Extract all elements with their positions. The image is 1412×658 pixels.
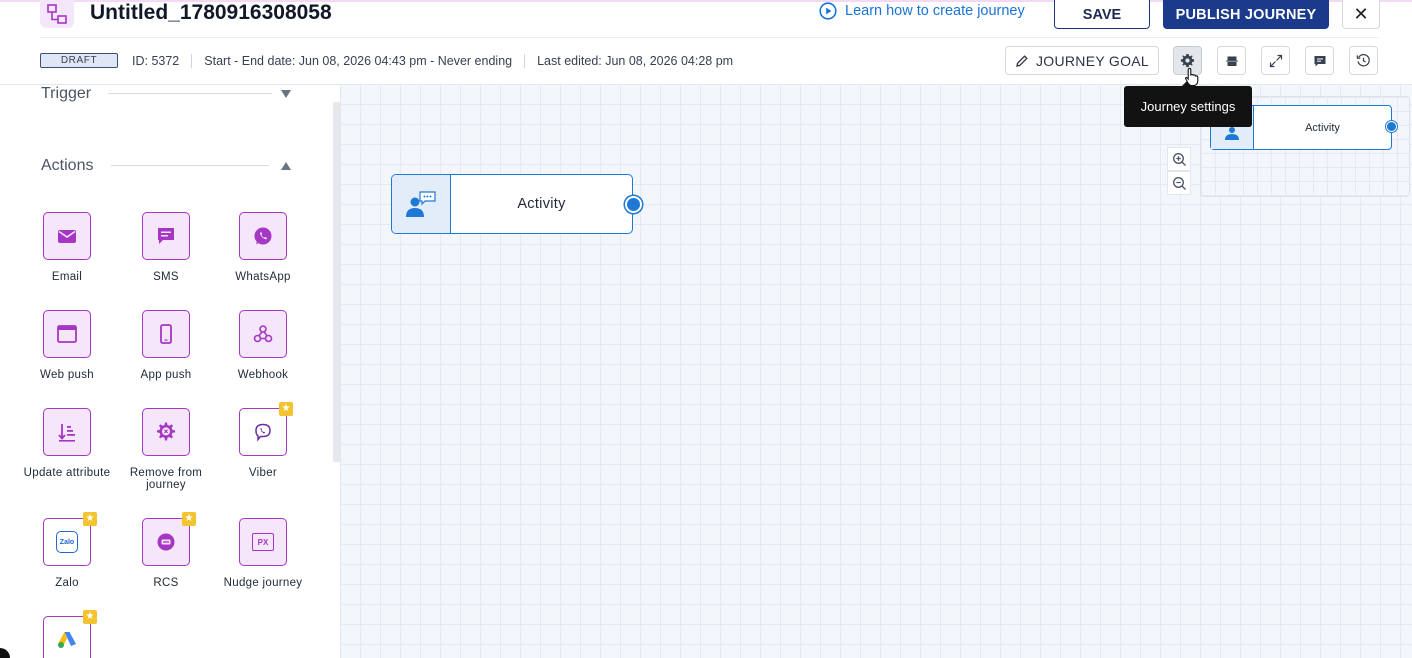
chevron-down-icon[interactable] bbox=[281, 90, 291, 98]
action-remove-from-journey[interactable]: Remove from journey bbox=[116, 408, 216, 491]
action-rcs[interactable]: ★ RCS bbox=[116, 512, 216, 589]
action-sms[interactable]: SMS bbox=[116, 212, 216, 283]
history-button[interactable] bbox=[1349, 46, 1378, 75]
action-label: WhatsApp bbox=[235, 271, 291, 283]
actions-section-label: Actions bbox=[41, 157, 94, 174]
journey-goal-button[interactable]: JOURNEY GOAL bbox=[1005, 46, 1159, 75]
action-label: Update attribute bbox=[23, 467, 111, 479]
action-nudge-journey[interactable]: PX Nudge journey bbox=[213, 518, 313, 589]
rcs-icon: ★ bbox=[142, 512, 196, 566]
action-webhook[interactable]: Webhook bbox=[213, 310, 313, 381]
header-bar: Untitled_1780916308058 Learn how to crea… bbox=[0, 0, 1412, 85]
app-push-icon bbox=[142, 310, 190, 358]
remove-journey-icon bbox=[142, 408, 190, 456]
action-label: Remove from journey bbox=[129, 467, 203, 491]
action-email[interactable]: Email bbox=[17, 212, 117, 283]
align-nodes-button[interactable] bbox=[1217, 46, 1246, 75]
action-label: SMS bbox=[153, 271, 179, 283]
email-icon bbox=[43, 212, 91, 260]
close-icon: ✕ bbox=[1353, 4, 1369, 24]
comment-icon bbox=[1314, 55, 1325, 66]
webhook-icon bbox=[239, 310, 287, 358]
zoom-in-button[interactable] bbox=[1167, 147, 1191, 171]
tooltip-text: Journey settings bbox=[1140, 99, 1236, 114]
publish-journey-button[interactable]: PUBLISH JOURNEY bbox=[1163, 0, 1329, 29]
journey-goal-label: JOURNEY GOAL bbox=[1035, 52, 1150, 69]
journey-id: ID: 5372 bbox=[132, 53, 180, 68]
premium-star-icon: ★ bbox=[182, 512, 196, 526]
action-update-attribute[interactable]: Update attribute bbox=[17, 408, 117, 479]
section-divider bbox=[108, 93, 272, 94]
comments-button[interactable] bbox=[1305, 46, 1334, 75]
activity-node-label: Activity bbox=[517, 196, 566, 212]
align-icon bbox=[1225, 56, 1238, 66]
save-button[interactable]: SAVE bbox=[1054, 0, 1150, 29]
actions-section-header[interactable]: Actions bbox=[41, 157, 93, 175]
gear-icon bbox=[1180, 53, 1195, 68]
close-button[interactable]: ✕ bbox=[1342, 0, 1380, 29]
status-badge: DRAFT bbox=[40, 53, 118, 68]
nudge-icon: PX bbox=[239, 518, 287, 566]
meta-separator bbox=[191, 53, 193, 68]
section-divider bbox=[111, 165, 269, 166]
viber-icon: ★ bbox=[239, 402, 293, 456]
journey-title[interactable]: Untitled_1780916308058 bbox=[90, 1, 332, 25]
journey-schedule: Start - End date: Jun 08, 2026 04:43 pm … bbox=[204, 53, 513, 68]
actions-sidebar: Trigger Actions Email SMS WhatsApp Web p… bbox=[0, 85, 334, 658]
zoom-out-icon bbox=[1172, 176, 1186, 190]
action-label: Zalo bbox=[55, 577, 79, 589]
action-label: Webhook bbox=[237, 369, 289, 381]
premium-star-icon: ★ bbox=[279, 402, 293, 416]
action-app-push[interactable]: App push bbox=[116, 310, 216, 381]
meta-separator bbox=[524, 53, 526, 68]
premium-star-icon: ★ bbox=[83, 512, 97, 526]
nudge-logo: PX bbox=[252, 533, 274, 551]
journey-meta-row: DRAFT ID: 5372 Start - End date: Jun 08,… bbox=[40, 53, 733, 68]
action-label: App push bbox=[140, 369, 192, 381]
zoom-in-icon bbox=[1172, 152, 1186, 166]
trigger-section-label: Trigger bbox=[41, 85, 92, 102]
journey-flow-icon bbox=[40, 0, 74, 28]
minimap-node-label: Activity bbox=[1305, 121, 1340, 134]
fullscreen-button[interactable] bbox=[1261, 46, 1290, 75]
header-divider bbox=[40, 37, 1378, 38]
minimap-node-port bbox=[1386, 121, 1397, 132]
action-label: Email bbox=[51, 271, 83, 283]
action-label: Nudge journey bbox=[223, 577, 303, 589]
action-web-push[interactable]: Web push bbox=[17, 310, 117, 381]
action-label: Viber bbox=[248, 467, 278, 479]
node-output-port[interactable] bbox=[625, 196, 642, 213]
zoom-out-button[interactable] bbox=[1167, 171, 1191, 195]
last-edited: Last edited: Jun 08, 2026 04:28 pm bbox=[537, 53, 734, 68]
zalo-logo: Zalo bbox=[56, 531, 78, 553]
action-viber[interactable]: ★ Viber bbox=[213, 402, 313, 479]
sms-icon bbox=[142, 212, 190, 260]
trigger-section-header[interactable]: Trigger bbox=[41, 85, 91, 103]
action-zalo[interactable]: Zalo ★ Zalo bbox=[17, 512, 117, 589]
web-push-icon bbox=[43, 310, 91, 358]
activity-node[interactable]: Activity bbox=[391, 174, 633, 234]
google-ads-icon: ★ bbox=[43, 610, 97, 658]
activity-user-icon bbox=[392, 175, 451, 233]
chevron-up-icon[interactable] bbox=[281, 162, 291, 170]
action-label: Web push bbox=[40, 369, 94, 381]
hand-cursor-icon bbox=[1185, 67, 1199, 87]
action-label: RCS bbox=[153, 577, 179, 589]
update-attribute-icon bbox=[43, 408, 91, 456]
action-whatsapp[interactable]: WhatsApp bbox=[213, 212, 313, 283]
premium-star-icon: ★ bbox=[83, 610, 97, 624]
expand-icon bbox=[1269, 54, 1282, 67]
play-circle-icon bbox=[819, 2, 837, 20]
learn-link-label: Learn how to create journey bbox=[845, 3, 1025, 19]
journey-settings-tooltip: Journey settings bbox=[1124, 80, 1252, 127]
history-icon bbox=[1356, 54, 1370, 67]
pencil-icon bbox=[1016, 54, 1028, 67]
learn-link[interactable]: Learn how to create journey bbox=[819, 2, 1025, 20]
zalo-icon: Zalo ★ bbox=[43, 512, 97, 566]
action-google-ads[interactable]: ★ bbox=[17, 610, 117, 658]
whatsapp-icon bbox=[239, 212, 287, 260]
